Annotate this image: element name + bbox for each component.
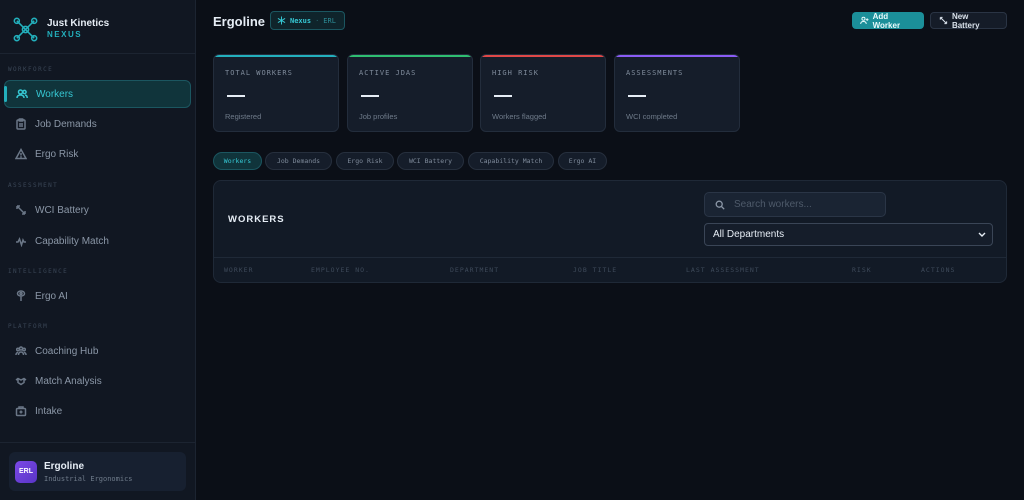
network-logo-icon bbox=[13, 17, 38, 41]
search-input[interactable] bbox=[734, 199, 874, 210]
department-selected: All Departments bbox=[713, 229, 785, 240]
department-select[interactable]: All Departments bbox=[704, 223, 993, 246]
stat-card-total-workers: TOTAL WORKERS Registered bbox=[213, 54, 339, 132]
chevron-down-icon bbox=[978, 232, 986, 237]
org-name: Ergoline bbox=[44, 460, 85, 472]
card-accent-bar bbox=[615, 55, 739, 57]
expand-icon bbox=[14, 204, 27, 217]
brand-logo[interactable]: Just Kinetics NEXUS bbox=[12, 14, 109, 44]
new-battery-label: New Battery bbox=[951, 11, 980, 30]
section-label-assessment: ASSESSMENT bbox=[8, 182, 59, 189]
section-label-platform: PLATFORM bbox=[8, 323, 49, 330]
new-battery-button[interactable]: New Battery bbox=[930, 11, 1007, 30]
divider bbox=[214, 257, 1006, 258]
tab-workers[interactable]: Workers bbox=[213, 152, 262, 170]
brain-icon bbox=[14, 290, 27, 303]
expand-icon bbox=[939, 16, 948, 25]
page-title: Ergoline bbox=[213, 14, 266, 29]
stat-sub: Job profiles bbox=[359, 112, 398, 121]
medical-bag-icon bbox=[14, 405, 27, 418]
users-icon bbox=[15, 88, 28, 101]
sidebar-item-label: Job Demands bbox=[35, 118, 97, 130]
section-label-intelligence: INTELLIGENCE bbox=[8, 268, 69, 275]
sidebar-item-label: Capability Match bbox=[35, 235, 109, 247]
column-header[interactable]: DEPARTMENT bbox=[450, 266, 499, 274]
sidebar-item-label: Ergo AI bbox=[35, 290, 68, 302]
sidebar-item-capability-match[interactable]: Capability Match bbox=[4, 227, 191, 255]
stat-value-placeholder bbox=[494, 95, 512, 97]
stat-sub: Workers flagged bbox=[492, 112, 547, 121]
brand-name: Just Kinetics bbox=[47, 18, 110, 29]
sidebar-item-ergo-ai[interactable]: Ergo AI bbox=[4, 282, 191, 310]
panel-title: WORKERS bbox=[228, 214, 285, 225]
sidebar-item-coaching-hub[interactable]: Coaching Hub bbox=[4, 337, 191, 365]
card-accent-bar bbox=[348, 55, 472, 57]
card-accent-bar bbox=[481, 55, 605, 57]
sidebar-item-intake[interactable]: Intake bbox=[4, 397, 191, 425]
stat-card-assessments: ASSESSMENTS WCI completed bbox=[614, 54, 740, 132]
sidebar: Just Kinetics NEXUS WORKFORCE Workers Jo… bbox=[0, 0, 196, 500]
handshake-icon bbox=[14, 375, 27, 388]
tag-code: ERL bbox=[323, 16, 336, 25]
search-box[interactable] bbox=[704, 192, 886, 217]
column-header[interactable]: EMPLOYEE NO. bbox=[311, 266, 370, 274]
tag-separator: · bbox=[315, 16, 320, 25]
org-switcher[interactable]: ERL Ergoline Industrial Ergonomics bbox=[9, 452, 186, 491]
tab-capability-match[interactable]: Capability Match bbox=[468, 152, 554, 170]
add-worker-label: Add Worker bbox=[872, 11, 901, 30]
sidebar-item-label: Workers bbox=[36, 88, 74, 100]
card-accent-bar bbox=[214, 55, 338, 57]
tab-ergo-risk[interactable]: Ergo Risk bbox=[336, 152, 394, 170]
clipboard-icon bbox=[14, 118, 27, 131]
sidebar-item-label: Coaching Hub bbox=[35, 345, 99, 357]
stat-value-placeholder bbox=[227, 95, 245, 97]
group-icon bbox=[14, 345, 27, 358]
sidebar-item-label: Match Analysis bbox=[35, 375, 102, 387]
divider bbox=[0, 442, 196, 443]
column-header[interactable]: RISK bbox=[852, 266, 872, 274]
tag-name: Nexus bbox=[290, 16, 312, 25]
sidebar-item-label: Ergo Risk bbox=[35, 148, 79, 160]
sidebar-item-match-analysis[interactable]: Match Analysis bbox=[4, 367, 191, 395]
stat-card-high-risk: HIGH RISK Workers flagged bbox=[480, 54, 606, 132]
sidebar-item-label: WCI Battery bbox=[35, 204, 89, 216]
section-label-workforce: WORKFORCE bbox=[8, 66, 54, 73]
brand-product: NEXUS bbox=[47, 30, 83, 39]
sidebar-item-job-demands[interactable]: Job Demands bbox=[4, 110, 191, 138]
tab-job-demands[interactable]: Job Demands bbox=[265, 152, 332, 170]
warning-icon bbox=[14, 148, 27, 161]
stat-card-active-jdas: ACTIVE JDAS Job profiles bbox=[347, 54, 473, 132]
stat-value-placeholder bbox=[628, 95, 646, 97]
sidebar-item-workers[interactable]: Workers bbox=[4, 80, 191, 108]
org-description: Industrial Ergonomics bbox=[44, 474, 133, 483]
workers-panel: WORKERS All Departments WORKER EMPLOYEE … bbox=[213, 180, 1007, 283]
sidebar-item-wci-battery[interactable]: WCI Battery bbox=[4, 196, 191, 224]
stat-label: HIGH RISK bbox=[492, 69, 539, 77]
tab-wci-battery[interactable]: WCI Battery bbox=[397, 152, 464, 170]
divider bbox=[0, 53, 196, 54]
column-header[interactable]: LAST ASSESSMENT bbox=[686, 266, 760, 274]
column-header[interactable]: ACTIONS bbox=[921, 266, 955, 274]
sidebar-item-ergo-risk[interactable]: Ergo Risk bbox=[4, 140, 191, 168]
search-icon bbox=[715, 200, 725, 210]
workspace-tag: Nexus · ERL bbox=[270, 11, 345, 30]
column-header[interactable]: JOB TITLE bbox=[573, 266, 617, 274]
activity-icon bbox=[14, 235, 27, 248]
stat-label: TOTAL WORKERS bbox=[225, 69, 293, 77]
add-worker-button[interactable]: Add Worker bbox=[852, 11, 924, 30]
sidebar-item-label: Intake bbox=[35, 405, 63, 417]
user-plus-icon bbox=[860, 16, 869, 24]
stat-label: ASSESSMENTS bbox=[626, 69, 684, 77]
org-avatar: ERL bbox=[15, 460, 37, 483]
stat-label: ACTIVE JDAS bbox=[359, 69, 417, 77]
snowflake-icon bbox=[277, 16, 286, 25]
stat-sub: Registered bbox=[225, 112, 262, 121]
tab-ergo-ai[interactable]: Ergo AI bbox=[558, 152, 607, 170]
stat-sub: WCI completed bbox=[626, 112, 678, 121]
stat-value-placeholder bbox=[361, 95, 379, 97]
column-header[interactable]: WORKER bbox=[224, 266, 253, 274]
